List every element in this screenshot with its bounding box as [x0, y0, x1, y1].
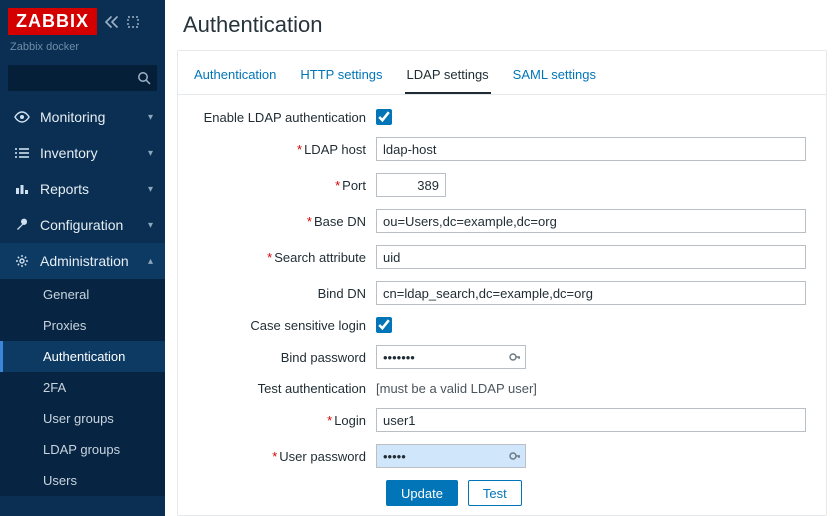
- login-input[interactable]: [376, 408, 806, 432]
- basedn-input[interactable]: [376, 209, 806, 233]
- nav-inventory[interactable]: Inventory ▾: [0, 135, 165, 171]
- page-title: Authentication: [183, 12, 821, 38]
- label-basedn: *Base DN: [196, 214, 376, 229]
- subnav-2fa[interactable]: 2FA: [0, 372, 165, 403]
- search-input[interactable]: [8, 65, 157, 91]
- nav-label: Configuration: [40, 217, 123, 233]
- nav: Monitoring ▾ Inventory ▾ R: [0, 99, 165, 496]
- chevron-down-icon: ▾: [148, 184, 153, 195]
- sidebar: ZABBIX Zabbix docker: [0, 0, 165, 516]
- ldap-form: Enable LDAP authentication *LDAP host *P…: [178, 95, 826, 506]
- test-button[interactable]: Test: [468, 480, 522, 506]
- nav-label: Reports: [40, 181, 89, 197]
- nav-reports[interactable]: Reports ▾: [0, 171, 165, 207]
- label-casesens: Case sensitive login: [196, 318, 376, 333]
- subnav-user-groups[interactable]: User groups: [0, 403, 165, 434]
- chevron-down-icon: ▾: [148, 112, 153, 123]
- binddn-input[interactable]: [376, 281, 806, 305]
- label-binddn: Bind DN: [196, 286, 376, 301]
- nav-monitoring[interactable]: Monitoring ▾: [0, 99, 165, 135]
- subnav-proxies[interactable]: Proxies: [0, 310, 165, 341]
- tab-http-settings[interactable]: HTTP settings: [298, 61, 384, 94]
- userpw-input[interactable]: [376, 444, 526, 468]
- collapse-icon[interactable]: [105, 16, 119, 28]
- brand-logo: ZABBIX: [8, 8, 97, 35]
- label-userpw: *User password: [196, 449, 376, 464]
- tab-saml-settings[interactable]: SAML settings: [511, 61, 598, 94]
- bindpw-input[interactable]: [376, 345, 526, 369]
- chevron-down-icon: ▾: [148, 220, 153, 231]
- main: Authentication Authentication HTTP setti…: [165, 0, 839, 516]
- server-name: Zabbix docker: [10, 41, 157, 53]
- label-enable-ldap: Enable LDAP authentication: [196, 110, 376, 125]
- list-icon: [12, 147, 32, 159]
- gear-icon: [12, 254, 32, 268]
- update-button[interactable]: Update: [386, 480, 458, 506]
- label-bindpw: Bind password: [196, 350, 376, 365]
- nav-label: Administration: [40, 253, 129, 269]
- label-port: *Port: [196, 178, 376, 193]
- chart-icon: [12, 183, 32, 195]
- label-login: *Login: [196, 413, 376, 428]
- tab-ldap-settings[interactable]: LDAP settings: [405, 61, 491, 94]
- expand-icon[interactable]: [127, 16, 139, 28]
- subnav-ldap-groups[interactable]: LDAP groups: [0, 434, 165, 465]
- tabs: Authentication HTTP settings LDAP settin…: [178, 51, 826, 95]
- nav-label: Inventory: [40, 145, 98, 161]
- searchattr-input[interactable]: [376, 245, 806, 269]
- tab-authentication[interactable]: Authentication: [192, 61, 278, 94]
- enable-ldap-checkbox[interactable]: [376, 109, 392, 125]
- subnav-general[interactable]: General: [0, 279, 165, 310]
- nav-administration[interactable]: Administration ▴: [0, 243, 165, 279]
- label-searchattr: *Search attribute: [196, 250, 376, 265]
- chevron-down-icon: ▾: [148, 148, 153, 159]
- casesens-checkbox[interactable]: [376, 317, 392, 333]
- label-testauth: Test authentication: [196, 381, 376, 396]
- port-input[interactable]: [376, 173, 446, 197]
- label-ldap-host: *LDAP host: [196, 142, 376, 157]
- nav-label: Monitoring: [40, 109, 105, 125]
- subnav-authentication[interactable]: Authentication: [0, 341, 165, 372]
- nav-configuration[interactable]: Configuration ▾: [0, 207, 165, 243]
- admin-subnav: General Proxies Authentication 2FA User …: [0, 279, 165, 496]
- testauth-hint: [must be a valid LDAP user]: [376, 381, 537, 396]
- wrench-icon: [12, 218, 32, 232]
- subnav-users[interactable]: Users: [0, 465, 165, 496]
- eye-icon: [12, 111, 32, 123]
- chevron-up-icon: ▴: [148, 256, 153, 267]
- ldap-host-input[interactable]: [376, 137, 806, 161]
